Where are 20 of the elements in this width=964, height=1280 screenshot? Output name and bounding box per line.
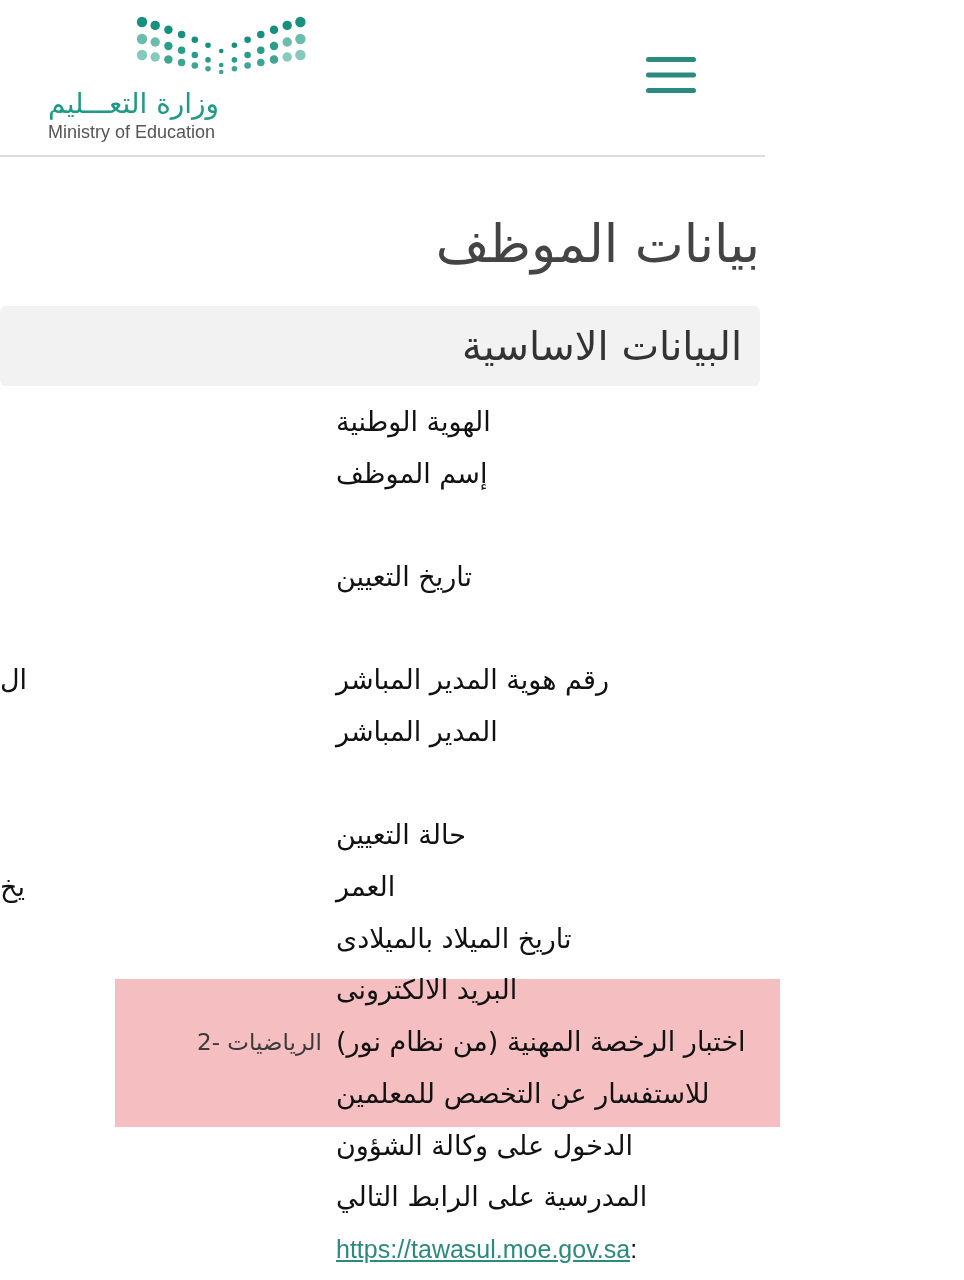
cut-off-value-text: يخ	[0, 870, 25, 905]
field-label: تاريخ التعيين	[336, 559, 473, 594]
field-label: رقم هوية المدير المباشر	[336, 663, 609, 698]
dotted-wave-logo-icon	[135, 15, 308, 77]
menu-icon[interactable]	[646, 57, 696, 93]
tawasul-link[interactable]: https://tawasul.moe.gov.sa	[336, 1235, 631, 1264]
field-value: الرياضيات -2	[197, 1028, 322, 1058]
page-title: بيانات الموظف	[435, 214, 760, 274]
field-label: البريد الالكترونى	[336, 973, 518, 1008]
logo-english-text: Ministry of Education	[48, 121, 216, 143]
field-label: الهوية الوطنية	[336, 404, 491, 439]
field-label: العمر	[336, 870, 396, 905]
field-label: تاريخ الميلاد بالميلادى	[336, 921, 572, 956]
logo-arabic-text: وزارة التعـــليم	[48, 87, 220, 121]
field-label: إسم الموظف	[336, 456, 488, 491]
field-label: حالة التعيين	[336, 818, 466, 853]
field-label: اختبار الرخصة المهنية (من نظام نور)	[336, 1025, 746, 1060]
cut-off-value-text: ال	[0, 663, 28, 698]
field-label: المدير المباشر	[336, 714, 498, 749]
section-title: البيانات الاساسية	[462, 323, 742, 369]
